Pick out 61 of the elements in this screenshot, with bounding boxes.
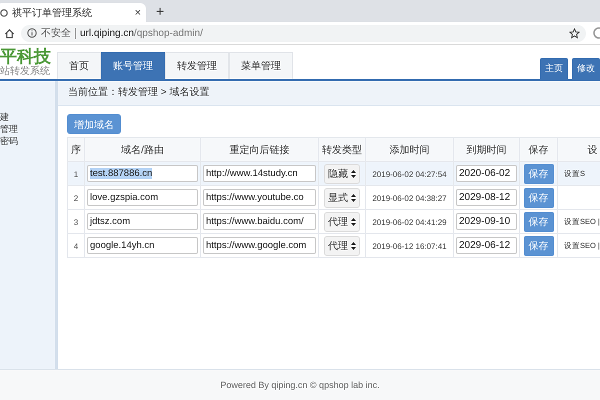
header-button[interactable]: 修改	[572, 58, 600, 79]
sort-arrows-icon	[351, 218, 356, 226]
star-icon[interactable]	[569, 28, 580, 38]
home-icon[interactable]	[4, 28, 15, 38]
row-number: 1	[74, 170, 78, 178]
domain-field[interactable]: love.gzspia.com	[87, 189, 198, 206]
address-bar[interactable]: 不安全 url.qiping.cn/qpshop-admin/	[21, 24, 586, 42]
column-header: 添加时间	[366, 138, 454, 162]
nav-tab[interactable]: 账号管理	[101, 52, 165, 79]
link-field[interactable]: https://www.youtube.co	[203, 189, 316, 206]
type-select[interactable]: 代理	[324, 236, 360, 256]
header-button[interactable]: 主页	[540, 58, 568, 79]
column-header: 转发类型	[318, 138, 366, 162]
page-icon	[0, 8, 8, 16]
type-select[interactable]: 隐藏	[324, 164, 360, 184]
added-time: 2019-06-02 04:41:29	[372, 218, 447, 226]
column-header: 设	[558, 138, 600, 162]
sidebar-item[interactable]: 密码	[0, 136, 55, 146]
added-time: 2019-06-02 04:27:54	[372, 170, 447, 178]
added-time: 2019-06-02 04:38:27	[372, 194, 447, 202]
domain-field[interactable]: google.14yh.cn	[87, 237, 198, 254]
link-field[interactable]: http://www.14study.cn	[203, 165, 316, 182]
logo-text: 平科技	[0, 46, 52, 66]
sidebar-item[interactable]: 管理	[0, 124, 55, 134]
column-header: 重定向后链接	[200, 138, 318, 162]
column-header: 保存	[520, 138, 558, 162]
row-number: 4	[74, 242, 78, 250]
row-number: 3	[74, 218, 78, 226]
close-tab-button[interactable]: ×	[134, 6, 141, 18]
domain-field[interactable]: test.887886.cn	[87, 165, 198, 182]
type-select[interactable]: 显式	[324, 188, 360, 208]
url-text: url.qiping.cn/qpshop-admin/	[80, 28, 204, 38]
column-header: 域名/路由	[84, 138, 200, 162]
type-select[interactable]: 代理	[324, 212, 360, 232]
domain-field[interactable]: jdtsz.com	[87, 213, 198, 230]
expiry-date-field[interactable]: 2029-06-12	[456, 237, 517, 254]
added-time: 2019-06-12 16:07:41	[372, 242, 447, 250]
sort-arrows-icon	[351, 242, 356, 250]
new-tab-button[interactable]: +	[156, 2, 164, 20]
expiry-date-field[interactable]: 2029-09-10	[456, 213, 517, 230]
sidebar-item[interactable]: 建	[0, 112, 55, 122]
link-field[interactable]: https://www.baidu.com/	[203, 213, 316, 230]
security-label: 不安全	[41, 26, 71, 40]
nav-tab[interactable]: 转发管理	[165, 52, 229, 79]
column-header: 到期时间	[454, 138, 520, 162]
row-number: 2	[74, 194, 78, 202]
sort-arrows-icon	[351, 170, 356, 178]
browser-tab[interactable]: 祺平订单管理系统 ×	[0, 3, 146, 22]
nav-tab[interactable]: 菜单管理	[229, 52, 293, 79]
profile-icon[interactable]	[592, 27, 600, 39]
info-icon	[27, 28, 37, 38]
logo-subtitle: 站转发系统	[0, 66, 51, 78]
nav-tab[interactable]: 首页	[57, 52, 101, 79]
link-field[interactable]: https://www.google.com	[203, 237, 316, 254]
tab-title: 祺平订单管理系统	[12, 6, 93, 20]
expiry-date-field[interactable]: 2020-06-02	[456, 165, 517, 182]
sort-arrows-icon	[351, 194, 356, 202]
column-header: 序	[68, 138, 84, 162]
expiry-date-field[interactable]: 2029-08-12	[456, 189, 517, 206]
breadcrumb: 当前位置：转发管理 > 域名设置	[58, 81, 600, 106]
footer-text: Powered By qiping.cn © qpshop lab inc.	[220, 380, 380, 390]
